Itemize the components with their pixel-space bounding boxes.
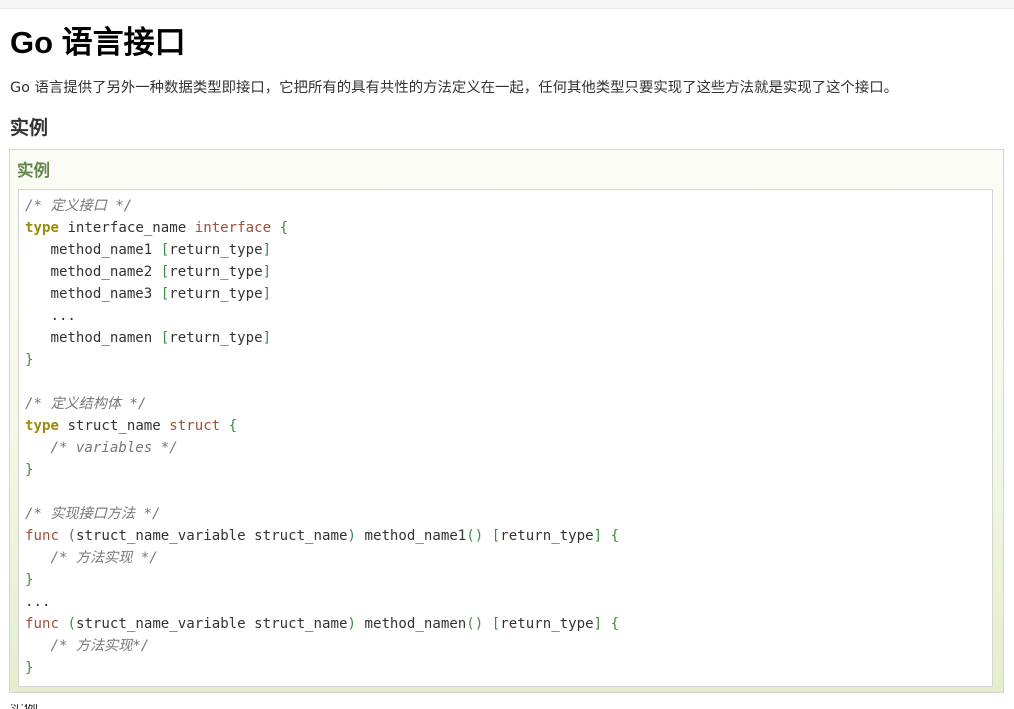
code-line: type struct_name struct {: [25, 415, 619, 437]
code-line: }: [25, 569, 619, 591]
code-line: method_name2 [return_type]: [25, 261, 619, 283]
code-text: ...: [25, 308, 76, 324]
code-line: method_namen [return_type]: [25, 327, 619, 349]
code-punctuation: {: [220, 418, 238, 434]
code-text: return_type: [500, 616, 594, 632]
code-text: method_name1: [355, 528, 467, 544]
intro-paragraph: Go 语言提供了另外一种数据类型即接口，它把所有的具有共性的方法定义在一起，任何…: [10, 80, 898, 96]
code-punctuation: (): [466, 616, 484, 632]
code-punctuation: ]: [593, 528, 603, 544]
code-punctuation: }: [25, 462, 34, 478]
code-comment: /* 定义结构体 */: [25, 396, 147, 412]
code-text: method_name3: [25, 286, 161, 302]
code-punctuation: (: [67, 616, 76, 632]
code-keyword: func: [25, 616, 59, 632]
code-line: /* 方法实现 */: [25, 547, 619, 569]
code-line: /* 定义接口 */: [25, 195, 619, 217]
section-title: 实例: [10, 117, 49, 139]
code-punctuation: {: [602, 616, 620, 632]
code-punctuation: (): [466, 528, 484, 544]
code-punctuation: }: [25, 352, 34, 368]
code-punctuation: (: [67, 528, 76, 544]
code-keyword: type: [25, 220, 59, 236]
code-punctuation: [: [160, 264, 170, 280]
code-punctuation: ]: [262, 264, 272, 280]
code-text: return_type: [169, 242, 263, 258]
code-text: return_type: [169, 264, 263, 280]
code-punctuation: ): [347, 528, 356, 544]
code-text: method_namen: [25, 330, 161, 346]
top-bar: [0, 0, 1014, 9]
code-punctuation: ]: [262, 242, 272, 258]
code-text: return_type: [169, 330, 263, 346]
code-comment: /* variables */: [25, 440, 178, 456]
code-punctuation: [: [160, 330, 170, 346]
code-text: struct_name: [58, 418, 170, 434]
code-punctuation: }: [25, 572, 34, 588]
code-keyword: func: [25, 528, 59, 544]
code-comment: /* 方法实现*/: [25, 638, 150, 654]
code-content: /* 定义接口 */ type interface_name interface …: [25, 195, 619, 679]
code-comment: /* 方法实现 */: [25, 550, 158, 566]
code-line: /* 方法实现*/: [25, 635, 619, 657]
next-section-title: 实例: [10, 704, 44, 709]
code-comment: /* 实现接口方法 */: [25, 506, 161, 522]
code-punctuation: {: [271, 220, 289, 236]
code-punctuation: [: [160, 286, 170, 302]
code-line: method_name3 [return_type]: [25, 283, 619, 305]
code-text: ...: [25, 594, 51, 610]
code-text: return_type: [500, 528, 594, 544]
example-title: 实例: [17, 161, 50, 180]
code-punctuation: [: [160, 242, 170, 258]
code-comment: /* 定义接口 */: [25, 198, 133, 214]
code-line: type interface_name interface {: [25, 217, 619, 239]
code-line: /* 定义结构体 */: [25, 393, 619, 415]
code-punctuation: ]: [593, 616, 603, 632]
code-line: }: [25, 349, 619, 371]
code-line: /* 实现接口方法 */: [25, 503, 619, 525]
code-text: struct_name_variable struct_name: [75, 528, 348, 544]
code-keyword: struct: [169, 418, 221, 434]
code-line: func (struct_name_variable struct_name) …: [25, 525, 619, 547]
code-punctuation: [: [491, 528, 501, 544]
code-text: interface_name: [58, 220, 195, 236]
code-keyword: interface: [194, 220, 272, 236]
page-title: Go 语言接口: [10, 25, 186, 60]
example-box: 实例 /* 定义接口 */ type interface_name interfa…: [9, 149, 1004, 693]
code-line: func (struct_name_variable struct_name) …: [25, 613, 619, 635]
code-text: struct_name_variable struct_name: [75, 616, 348, 632]
code-line: }: [25, 657, 619, 679]
code-punctuation: {: [602, 528, 620, 544]
code-punctuation: ]: [262, 330, 272, 346]
code-text: return_type: [169, 286, 263, 302]
code-line: ...: [25, 305, 619, 327]
code-text: method_name1: [25, 242, 161, 258]
code-punctuation: }: [25, 660, 34, 676]
code-line: ...: [25, 591, 619, 613]
code-punctuation: [: [491, 616, 501, 632]
code-keyword: type: [25, 418, 59, 434]
code-punctuation: ): [347, 616, 356, 632]
code-text: method_namen: [355, 616, 467, 632]
code-block: /* 定义接口 */ type interface_name interface …: [18, 189, 993, 687]
code-text: method_name2: [25, 264, 161, 280]
code-line: }: [25, 459, 619, 481]
code-line: method_name1 [return_type]: [25, 239, 619, 261]
code-punctuation: ]: [262, 286, 272, 302]
code-line: /* variables */: [25, 437, 619, 459]
